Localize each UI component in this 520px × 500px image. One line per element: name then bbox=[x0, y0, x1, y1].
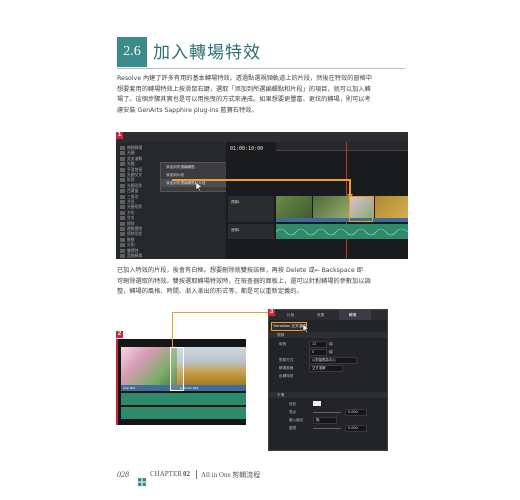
row-label: 轉場風格 bbox=[279, 366, 294, 370]
paragraph-line: 可刪除選取的特效。雙按選取轉場特效時，在檢查器的面板上，還可以針對轉場的參數加以… bbox=[117, 277, 371, 285]
ease-select[interactable]: 無 bbox=[313, 417, 337, 424]
blend-field[interactable]: 0.000 bbox=[345, 409, 367, 416]
screenshot-timeline-clips: Clip 001 Autumn 001 bbox=[116, 339, 246, 425]
audio-clip[interactable] bbox=[121, 393, 246, 405]
figure-tag: 1 bbox=[116, 132, 123, 139]
track-label: 視頻1 bbox=[231, 200, 240, 204]
track-header-a1: 音頻1 bbox=[228, 224, 274, 239]
playhead bbox=[116, 339, 118, 425]
tab-clip[interactable]: 片段 bbox=[287, 313, 294, 318]
row-label: 色彩 bbox=[289, 402, 297, 406]
screenshot-effects-library: 添加到所選編輯點 添加到片段 添加到所選編輯點和片段 01:00:10:00 視… bbox=[116, 132, 408, 259]
figure-tag: 2 bbox=[116, 331, 123, 338]
page-number: 028 bbox=[117, 470, 129, 479]
row-label: 對齊方式 bbox=[279, 358, 294, 362]
audio-clip[interactable] bbox=[121, 407, 246, 419]
row-unit: 幀 bbox=[329, 342, 333, 346]
timeline-ruler bbox=[276, 142, 408, 151]
row-label: 緩入緩出 bbox=[289, 418, 304, 422]
highlight-box bbox=[349, 196, 373, 222]
tab-transition[interactable]: 轉場 bbox=[349, 313, 356, 318]
paragraph-line: 慮安裝 GenArts Sapphire plug-ins 藍寶石特效。 bbox=[117, 106, 258, 114]
duration-field[interactable]: 12 bbox=[309, 341, 327, 348]
section-label: 平滑 bbox=[277, 393, 285, 397]
footer-divider bbox=[196, 470, 197, 479]
video-section-header[interactable] bbox=[269, 332, 387, 338]
chapter-label: CHAPTER bbox=[150, 470, 182, 478]
audio-waveform bbox=[275, 224, 408, 239]
paragraph-line: 場了。這個步驟其實也是可以用拖曳的方式來達成。如果想要更豐富、更炫的轉場，則可以… bbox=[117, 96, 371, 103]
section-number: 2.6 bbox=[117, 37, 147, 67]
arrow-line bbox=[172, 312, 268, 313]
track-header-v1: 視頻1 bbox=[228, 196, 274, 222]
style-select[interactable]: 交叉溶解 bbox=[309, 365, 343, 372]
chapter-title: All in One 剪輯流程 bbox=[201, 471, 261, 479]
row-label: 時長 bbox=[279, 342, 287, 346]
section-title: 加入轉場特效 bbox=[153, 43, 261, 63]
paragraph-line: Resolve 內建了許多有用的基本轉場特效。透過點選視頻軌道上的片段，然後在特… bbox=[117, 75, 372, 82]
slider-track[interactable] bbox=[313, 428, 341, 429]
paragraph-intro: Resolve 內建了許多有用的基本轉場特效。透過點選視頻軌道上的片段，然後在特… bbox=[117, 74, 409, 116]
chapter-number: 02 bbox=[183, 470, 190, 478]
paragraph-line: 想要套用的轉場特效上按滑鼠右鍵，選取「添加到所選編輯點和片段」的項目，就可以加入… bbox=[117, 85, 371, 93]
transition-name-box: Transition 交叉溶解 bbox=[271, 322, 307, 331]
effects-list-label: 音頻轉場 bbox=[127, 253, 143, 258]
border-field[interactable]: 0.000 bbox=[345, 425, 367, 432]
paragraph-delete: 已加入特效的片段，後會有白框。想要刪除就雙按該框，再按 Delete 或← Ba… bbox=[117, 266, 409, 298]
alignment-select[interactable]: 以剪接點為中心 bbox=[309, 357, 357, 364]
grid-icon bbox=[138, 471, 146, 486]
figure-tag: 3 bbox=[268, 309, 275, 316]
tab-effects[interactable]: 效果 bbox=[317, 313, 324, 318]
timecode: 01:00:10:00 bbox=[230, 146, 264, 152]
arrow-line bbox=[172, 312, 173, 347]
clip-name-strip bbox=[276, 218, 408, 222]
paragraph-line: 整，轉場的風格、時間、漸入漸出的形式等，都是可以重新定義的。 bbox=[117, 288, 303, 295]
paragraph-line: 已加入特效的片段，後會有白框。想要刪除就雙按該框，再按 Delete 或← Ba… bbox=[117, 267, 363, 274]
transition-icon bbox=[120, 254, 125, 258]
clip-thumbnail-field bbox=[177, 347, 246, 385]
track-label: 音頻1 bbox=[231, 228, 240, 232]
section-divider bbox=[117, 68, 405, 69]
toolbar bbox=[116, 132, 408, 142]
clip-thumbnail-flowers bbox=[121, 347, 177, 385]
row-label: 反轉特效 bbox=[279, 374, 294, 378]
transition-name: Transition 交叉溶解 bbox=[273, 324, 306, 328]
color-swatch[interactable] bbox=[313, 401, 321, 406]
slider-track[interactable] bbox=[313, 412, 341, 413]
transition-block[interactable] bbox=[170, 347, 184, 391]
effects-list-item[interactable]: 音頻轉場 bbox=[120, 252, 222, 259]
frames-field[interactable]: 0 bbox=[309, 349, 327, 356]
smooth-section-header[interactable] bbox=[269, 392, 387, 398]
screenshot-inspector: 片段 效果 轉場 Transition 交叉溶解 視頻 時長 12 幀 0 幀 … bbox=[268, 309, 388, 451]
clip-name: Clip 001 bbox=[123, 386, 136, 390]
row-unit: 幀 bbox=[329, 350, 333, 354]
section-label: 視頻 bbox=[277, 333, 285, 337]
row-label: 邊框 bbox=[289, 426, 297, 430]
row-label: 混合 bbox=[289, 410, 297, 414]
